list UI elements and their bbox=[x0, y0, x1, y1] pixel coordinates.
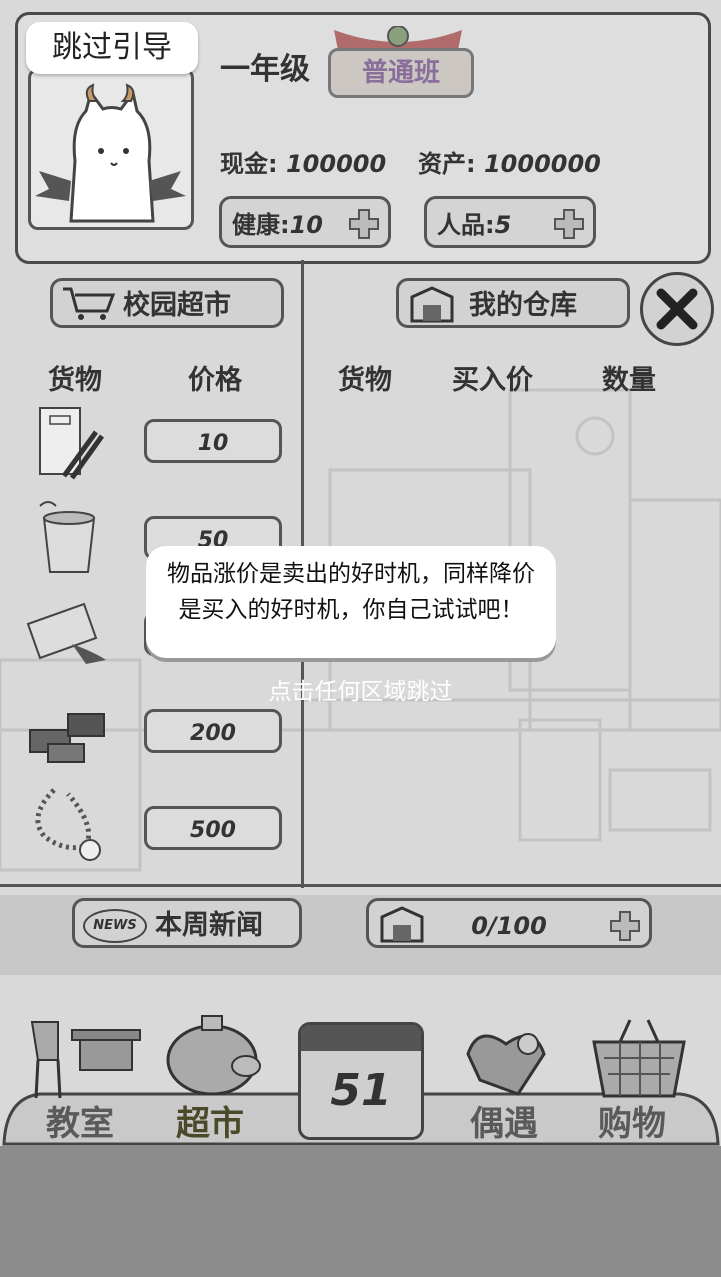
plus-icon[interactable] bbox=[348, 208, 380, 240]
assets-label: 资产: bbox=[418, 150, 476, 178]
magazine-roll-icon[interactable] bbox=[24, 598, 114, 678]
character-pill[interactable]: 人品:5 bbox=[424, 196, 596, 248]
nav-encounter[interactable]: 偶遇 bbox=[470, 1096, 538, 1145]
nav-market[interactable]: 超市 bbox=[176, 1096, 244, 1145]
nav-classroom[interactable]: 教室 bbox=[46, 1096, 114, 1145]
character-label: 人品: bbox=[437, 211, 495, 239]
price-box[interactable]: 10 bbox=[144, 419, 282, 463]
weekly-news-label: 本周新闻 bbox=[155, 910, 263, 941]
gift-box-icon[interactable] bbox=[458, 1024, 554, 1100]
avatar bbox=[28, 68, 194, 230]
skip-hint[interactable]: 点击任何区域跳过 bbox=[0, 672, 721, 706]
piggy-bank-icon[interactable] bbox=[162, 1012, 266, 1100]
capacity-value: 0/100 bbox=[471, 912, 547, 940]
ground bbox=[0, 1146, 721, 1277]
warehouse-capacity[interactable]: 0/100 bbox=[366, 898, 652, 948]
desk-chair-icon[interactable] bbox=[28, 1020, 144, 1100]
plus-icon[interactable] bbox=[609, 910, 641, 942]
snack-bag-icon[interactable] bbox=[24, 404, 114, 484]
health-pill[interactable]: 健康:10 bbox=[219, 196, 391, 248]
campus-market-button[interactable]: 校园超市 bbox=[50, 278, 284, 328]
class-badge: 普通班 bbox=[328, 48, 474, 98]
section-divider bbox=[0, 884, 721, 887]
price-box[interactable]: 200 bbox=[144, 709, 282, 753]
cash-stat: 现金: 100000 bbox=[220, 144, 386, 179]
day-number: 51 bbox=[330, 1065, 392, 1116]
calendar-day[interactable]: 51 bbox=[298, 1022, 424, 1140]
devil-cat-icon bbox=[35, 83, 186, 223]
price-box[interactable]: 500 bbox=[144, 806, 282, 850]
market-col-price: 价格 bbox=[188, 365, 242, 396]
my-warehouse-button[interactable]: 我的仓库 bbox=[396, 278, 630, 328]
cash-label: 现金: bbox=[220, 150, 278, 178]
news-icon: NEWS bbox=[83, 909, 147, 943]
character-value: 5 bbox=[494, 211, 512, 239]
guide-tooltip[interactable]: 物品涨价是卖出的好时机，同样降价是买入的好时机，你自己试试吧！ bbox=[146, 546, 556, 658]
building-blocks-icon[interactable] bbox=[24, 700, 114, 780]
health-value: 10 bbox=[289, 211, 324, 239]
my-warehouse-title: 我的仓库 bbox=[469, 290, 577, 321]
basket-icon[interactable] bbox=[590, 1018, 688, 1102]
assets-stat: 资产: 1000000 bbox=[418, 144, 601, 179]
warehouse-col-goods: 货物 bbox=[338, 365, 392, 396]
cart-icon bbox=[63, 287, 116, 320]
weekly-news-button[interactable]: NEWS 本周新闻 bbox=[72, 898, 302, 948]
warehouse-col-quantity: 数量 bbox=[602, 365, 656, 396]
health-label: 健康: bbox=[232, 211, 290, 239]
campus-market-title: 校园超市 bbox=[123, 290, 231, 321]
plus-icon[interactable] bbox=[553, 208, 585, 240]
nav-shopping[interactable]: 购物 bbox=[598, 1096, 666, 1145]
warehouse-icon bbox=[380, 906, 424, 943]
bead-necklace-icon[interactable] bbox=[24, 786, 114, 866]
close-icon bbox=[656, 288, 698, 330]
close-button[interactable] bbox=[640, 272, 714, 346]
grade-label: 一年级 bbox=[220, 52, 310, 87]
skip-guide-button[interactable]: 跳过引导 bbox=[26, 22, 198, 74]
cash-value: 100000 bbox=[285, 150, 387, 178]
warehouse-icon bbox=[410, 286, 454, 323]
warehouse-col-buy-price: 买入价 bbox=[452, 365, 533, 396]
market-col-goods: 货物 bbox=[48, 365, 102, 396]
instant-noodles-icon[interactable] bbox=[24, 498, 114, 578]
calendar-header bbox=[301, 1025, 421, 1051]
assets-value: 1000000 bbox=[483, 150, 601, 178]
